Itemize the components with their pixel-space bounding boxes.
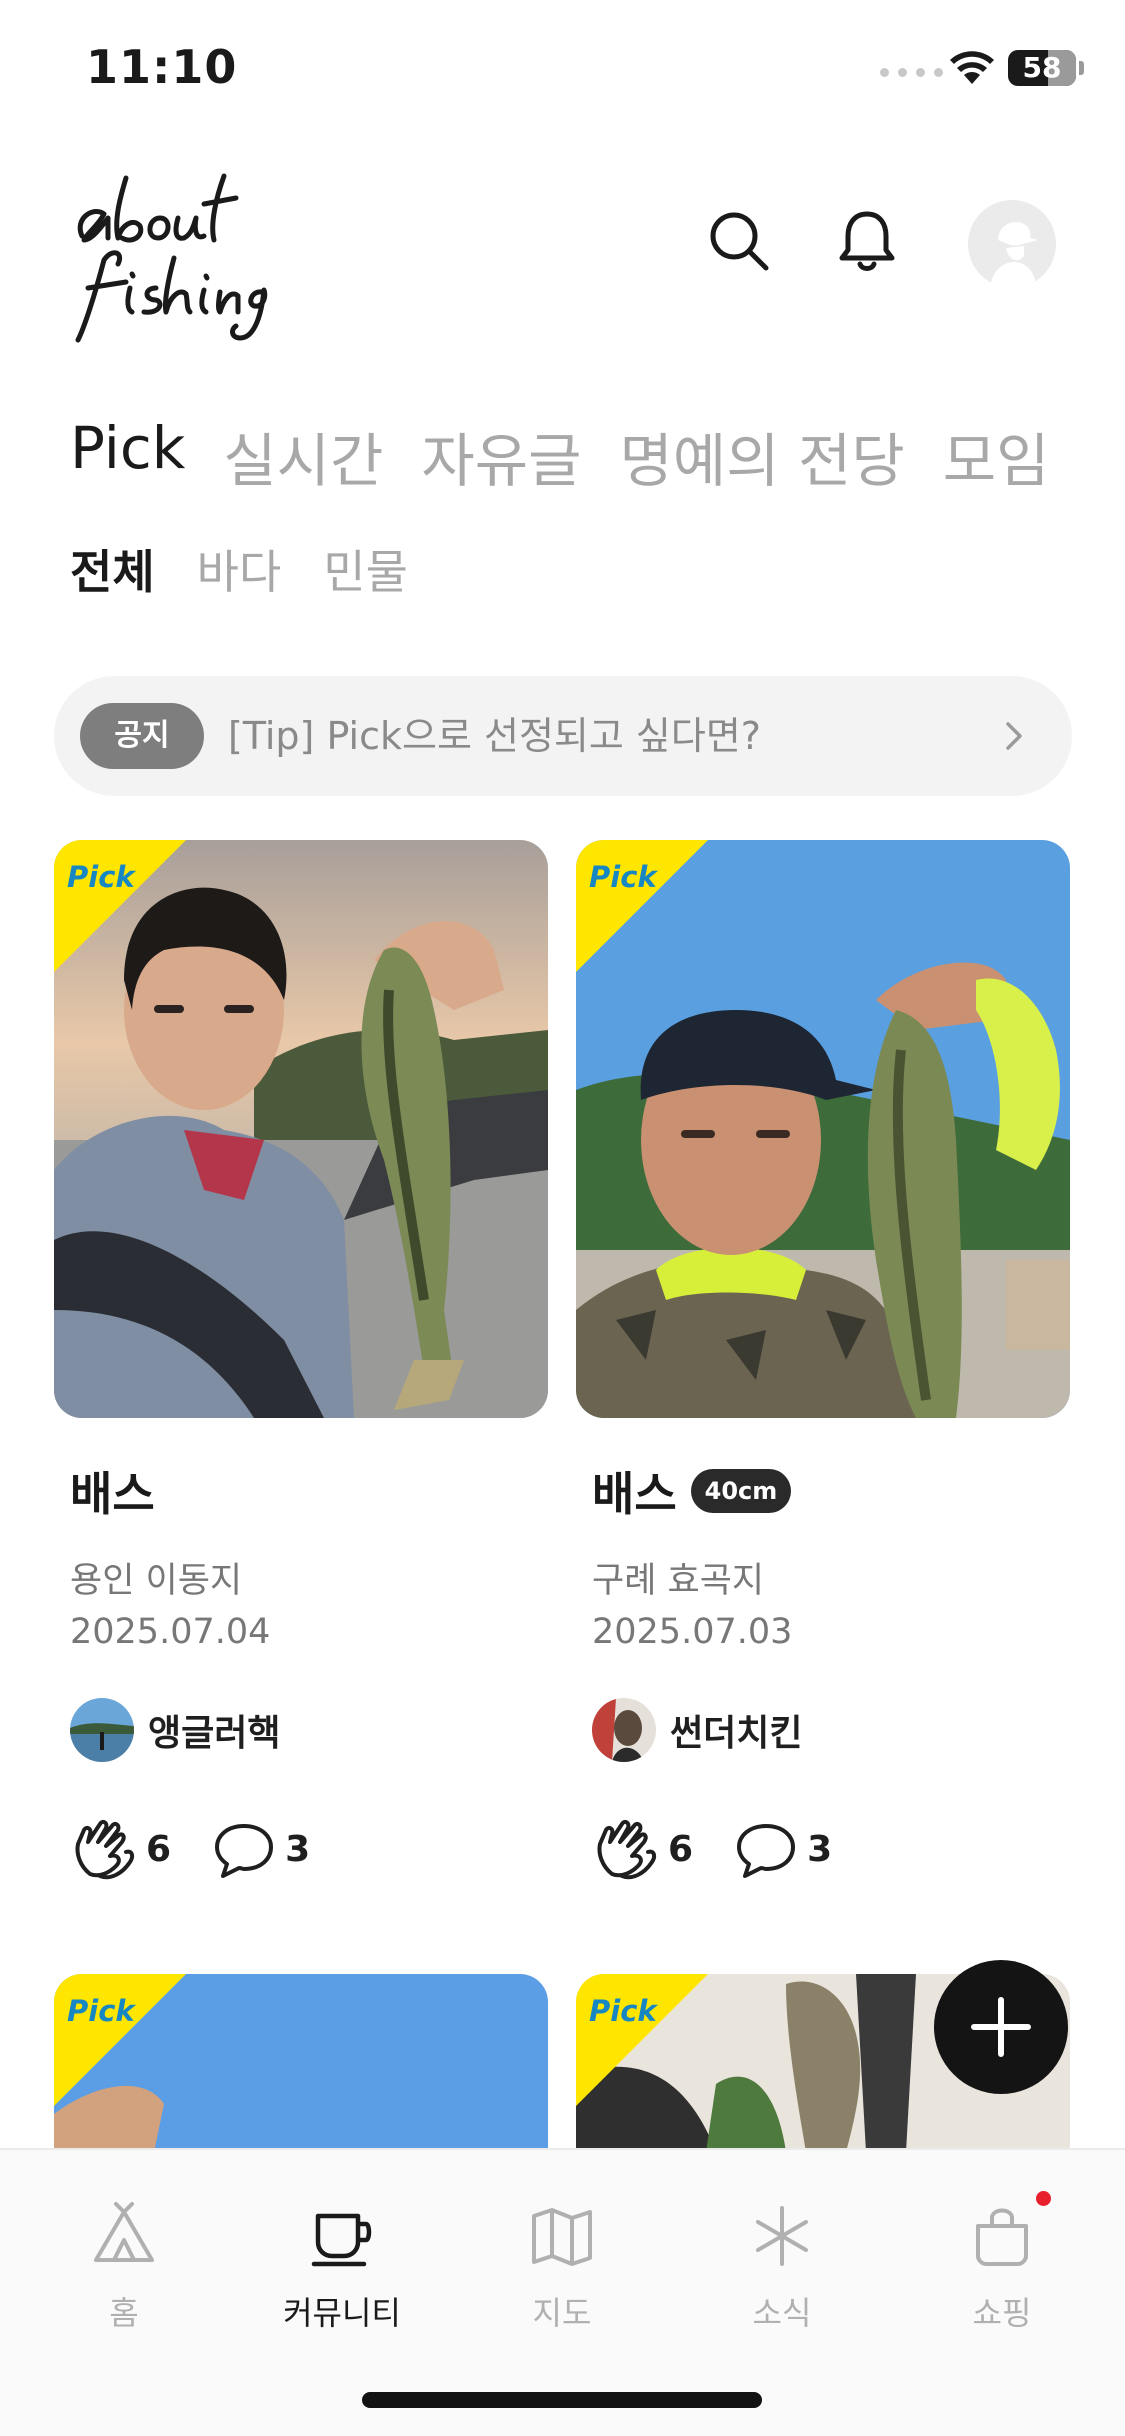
subtab-freshwater[interactable]: 민물 bbox=[323, 536, 408, 602]
cup-icon bbox=[311, 2213, 372, 2267]
catch-photo: Pick bbox=[54, 840, 548, 1418]
pick-card[interactable]: Pick bbox=[54, 1974, 548, 2148]
bell-icon[interactable] bbox=[832, 206, 902, 276]
create-post-button[interactable] bbox=[934, 1960, 1068, 2094]
asterisk-icon bbox=[756, 2206, 808, 2266]
catch-photo: Pick bbox=[576, 840, 1070, 1418]
home-indicator[interactable] bbox=[362, 2392, 762, 2408]
card-author[interactable]: 앵글러핵 bbox=[70, 1698, 280, 1762]
nav-label: 커뮤니티 bbox=[283, 2294, 401, 2332]
battery-icon: 58 bbox=[1008, 50, 1076, 86]
plus-icon bbox=[971, 1997, 1031, 2057]
size-badge: 40cm bbox=[690, 1469, 792, 1513]
subtab-sea[interactable]: 바다 bbox=[197, 536, 282, 602]
catch-date: 2025.07.03 bbox=[592, 1612, 793, 1652]
catch-location: 용인 이동지 bbox=[70, 1561, 243, 1601]
pick-label: Pick bbox=[67, 1994, 135, 2028]
clap-icon[interactable] bbox=[592, 1814, 662, 1884]
pick-label: Pick bbox=[589, 1994, 657, 2028]
nav-label: 홈 bbox=[109, 2294, 139, 2332]
tab-meetups[interactable]: 모임 bbox=[943, 414, 1050, 498]
clap-icon[interactable] bbox=[70, 1814, 140, 1884]
clap-count: 6 bbox=[668, 1828, 694, 1870]
nav-shopping[interactable]: 쇼핑 bbox=[922, 2200, 1082, 2334]
battery-level: 58 bbox=[1022, 51, 1062, 84]
about-fishing-logo bbox=[75, 173, 268, 343]
status-time: 11:10 bbox=[86, 40, 238, 94]
sub-tabs: 전체 바다 민물 bbox=[70, 536, 408, 602]
nav-home[interactable]: 홈 bbox=[44, 2200, 204, 2334]
comment-icon[interactable] bbox=[731, 1814, 801, 1884]
notice-text: [Tip] Pick으로 선정되고 싶다면? bbox=[228, 714, 761, 758]
user-name: 앵글러핵 bbox=[148, 1713, 281, 1754]
nav-map[interactable]: 지도 bbox=[482, 2200, 642, 2334]
pick-label: Pick bbox=[67, 860, 135, 894]
main-tabs: Pick 실시간 자유글 명예의 전당 모임 bbox=[70, 414, 1049, 498]
status-bar: 11:10 58 bbox=[0, 0, 1125, 135]
user-avatar bbox=[592, 1698, 656, 1762]
catch-date: 2025.07.04 bbox=[70, 1612, 271, 1652]
wifi-icon bbox=[950, 51, 994, 84]
pick-label: Pick bbox=[589, 860, 657, 894]
species-name: 배스 bbox=[592, 1467, 677, 1521]
chevron-right-icon bbox=[1006, 722, 1022, 750]
comment-count: 3 bbox=[285, 1828, 311, 1870]
nav-community[interactable]: 커뮤니티 bbox=[262, 2200, 422, 2334]
tab-pick[interactable]: Pick bbox=[70, 414, 185, 498]
map-icon bbox=[532, 2208, 592, 2266]
comment-count: 3 bbox=[807, 1828, 833, 1870]
tent-icon bbox=[94, 2202, 154, 2262]
catch-photo: Pick bbox=[54, 1974, 548, 2148]
nav-label: 지도 bbox=[532, 2294, 592, 2332]
card-stats: 6 3 bbox=[592, 1814, 870, 1884]
nav-label: 소식 bbox=[752, 2294, 812, 2332]
card-title: 배스 40cm bbox=[592, 1458, 792, 1524]
user-avatar bbox=[70, 1698, 134, 1762]
card-stats: 6 3 bbox=[70, 1814, 348, 1884]
comment-icon[interactable] bbox=[209, 1814, 279, 1884]
tab-realtime[interactable]: 실시간 bbox=[223, 414, 383, 498]
search-icon[interactable] bbox=[704, 206, 774, 276]
user-name: 썬더치킨 bbox=[670, 1713, 803, 1754]
profile-avatar[interactable] bbox=[968, 200, 1056, 288]
catch-location: 구례 효곡지 bbox=[592, 1561, 765, 1601]
notice-badge: 공지 bbox=[80, 703, 204, 769]
notification-dot bbox=[1036, 2191, 1051, 2206]
card-author[interactable]: 썬더치킨 bbox=[592, 1698, 802, 1762]
card-title: 배스 bbox=[70, 1458, 155, 1524]
cellular-signal-icon bbox=[880, 68, 943, 77]
pick-card[interactable]: Pick 배스 40cm 구례 효곡지 2025.07.03 썬더치킨 6 3 bbox=[576, 840, 1070, 1880]
subtab-all[interactable]: 전체 bbox=[70, 536, 155, 602]
shopping-bag-icon bbox=[976, 2208, 1028, 2266]
clap-count: 6 bbox=[146, 1828, 172, 1870]
nav-label: 쇼핑 bbox=[972, 2294, 1032, 2332]
notice-banner[interactable]: 공지 [Tip] Pick으로 선정되고 싶다면? bbox=[54, 676, 1072, 796]
tab-hall-of-fame[interactable]: 명예의 전당 bbox=[619, 414, 904, 498]
nav-news[interactable]: 소식 bbox=[702, 2200, 862, 2334]
tab-free-posts[interactable]: 자유글 bbox=[421, 414, 581, 498]
pick-card[interactable]: Pick 배스 용인 이동지 2025.07.04 앵글러핵 6 3 bbox=[54, 840, 548, 1880]
profile-fisher-icon bbox=[990, 222, 1038, 288]
species-name: 배스 bbox=[70, 1467, 155, 1521]
